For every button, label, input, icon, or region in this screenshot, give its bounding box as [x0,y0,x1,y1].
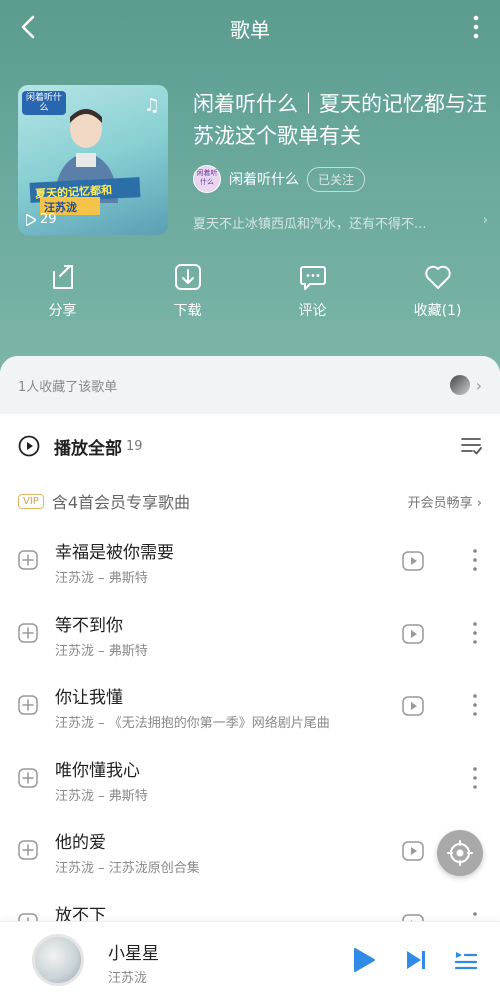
music-note-icon: ♫ [143,95,160,116]
list-item[interactable]: 他的爱 汪苏泷 – 汪苏泷原创合集 [0,818,500,891]
favorite-label: 收藏(1) [413,303,462,319]
now-playing-artist: 汪苏泷 [108,971,148,986]
mini-player[interactable]: 小星星 汪苏泷 [0,921,500,1001]
next-track-icon[interactable] [404,948,428,972]
favorited-by-users[interactable]: › [449,375,482,395]
page-title: 歌单 [230,18,270,42]
play-all-row[interactable]: 播放全部 19 [0,426,500,466]
list-item[interactable]: 等不到你 汪苏泷 – 弗斯特 [0,601,500,674]
song-title: 唯你懂我心 [55,760,140,781]
song-title: 幸福是被你需要 [55,543,174,563]
top-bar: 歌单 [0,0,500,56]
more-vertical-icon[interactable] [472,766,478,790]
add-icon[interactable] [18,550,38,570]
avatar [449,375,470,395]
song-title: 你让我懂 [55,688,123,708]
chevron-right-icon: › [475,375,482,395]
song-meta: 汪苏泷 – 汪苏泷原创合集 [55,861,200,876]
locate-current-song-button[interactable] [437,830,483,876]
album-art[interactable] [32,934,84,986]
add-icon[interactable] [18,695,38,715]
song-meta: 汪苏泷 – 弗斯特 [55,643,148,659]
playlist-cover[interactable]: 闲着听什么 ♫ 夏天的记忆都和 汪苏泷 29 [18,85,168,235]
favorite-button[interactable]: 收藏(1) [375,262,500,332]
song-meta: 汪苏泷 – 《无法拥抱的你第一季》网络剧片尾曲 [55,716,330,731]
action-bar: 分享 下载 评论 收藏(1) [0,262,500,332]
song-meta: 汪苏泷 – 弗斯特 [55,788,148,804]
play-circle-icon[interactable] [18,435,40,457]
vip-songs-text: 含4首会员专享歌曲 [51,493,191,512]
vip-badge: VIP [18,493,44,509]
creator-name[interactable]: 闲着听什么 [229,169,299,189]
song-list-panel: 1人收藏了该歌单 › 播放全部 19 VIP 含4首会员专享歌曲 开会员畅享 ›… [0,356,500,1001]
description-text: 夏天不止冰镇西瓜和汽水，还有不得不... [193,217,427,232]
now-playing-title: 小星星 [108,944,159,964]
play-icon[interactable] [352,947,376,973]
favorited-by-text: 1人收藏了该歌单 [18,379,118,395]
list-item[interactable]: 幸福是被你需要 汪苏泷 – 弗斯特 [0,528,500,601]
list-item[interactable]: 唯你懂我心 汪苏泷 – 弗斯特 [0,746,500,819]
open-vip-link[interactable]: 开会员畅享 › [408,492,482,511]
heart-icon [424,265,451,289]
song-title: 他的爱 [55,833,106,853]
song-meta: 汪苏泷 – 弗斯特 [55,571,148,586]
more-vertical-icon[interactable] [472,621,478,645]
download-icon [174,264,201,290]
creator-avatar[interactable]: 闲着听什么 [193,165,221,193]
playlist-queue-icon[interactable] [454,948,478,972]
song-list: 幸福是被你需要 汪苏泷 – 弗斯特 等不到你 汪苏泷 – 弗斯特 你让我懂 汪苏… [0,528,500,963]
more-vertical-icon[interactable] [466,14,486,40]
mv-play-icon[interactable] [402,550,424,572]
mv-play-icon[interactable] [402,623,424,645]
comment-button[interactable]: 评论 [250,262,375,332]
more-vertical-icon[interactable] [472,548,478,572]
download-label: 下载 [173,303,202,319]
mv-play-icon[interactable] [402,840,424,862]
target-icon [447,840,473,866]
add-icon[interactable] [18,767,38,788]
mv-play-icon[interactable] [402,695,424,717]
follow-button[interactable]: 已关注 [307,166,366,192]
favorited-by-bar[interactable]: 1人收藏了该歌单 › [0,356,500,414]
comment-label: 评论 [298,303,327,319]
comment-icon [299,266,326,290]
more-vertical-icon[interactable] [472,693,478,717]
play-count: 29 [26,212,57,227]
share-label: 分享 [48,303,77,319]
song-count: 19 [126,438,143,454]
add-icon[interactable] [18,840,38,860]
multi-select-icon[interactable] [460,434,482,456]
chevron-right-icon: › [482,213,488,228]
share-icon [52,265,73,289]
share-button[interactable]: 分享 [0,262,125,332]
list-item[interactable]: 你让我懂 汪苏泷 – 《无法拥抱的你第一季》网络剧片尾曲 [0,673,500,746]
play-count-value: 29 [40,212,57,227]
play-all-label[interactable]: 播放全部 [54,434,122,459]
vip-banner[interactable]: VIP 含4首会员专享歌曲 开会员畅享 › [0,484,500,518]
song-title: 等不到你 [55,615,123,636]
playlist-description[interactable]: 夏天不止冰镇西瓜和汽水，还有不得不... › [193,213,488,232]
playlist-title: 闲着听什么｜夏天的记忆都与汪苏泷这个歌单有关 [193,92,487,148]
play-count-icon [26,213,36,226]
add-icon[interactable] [18,622,38,643]
creator-info[interactable]: 闲着听什么 闲着听什么 已关注 [193,165,366,193]
download-button[interactable]: 下载 [125,262,250,332]
